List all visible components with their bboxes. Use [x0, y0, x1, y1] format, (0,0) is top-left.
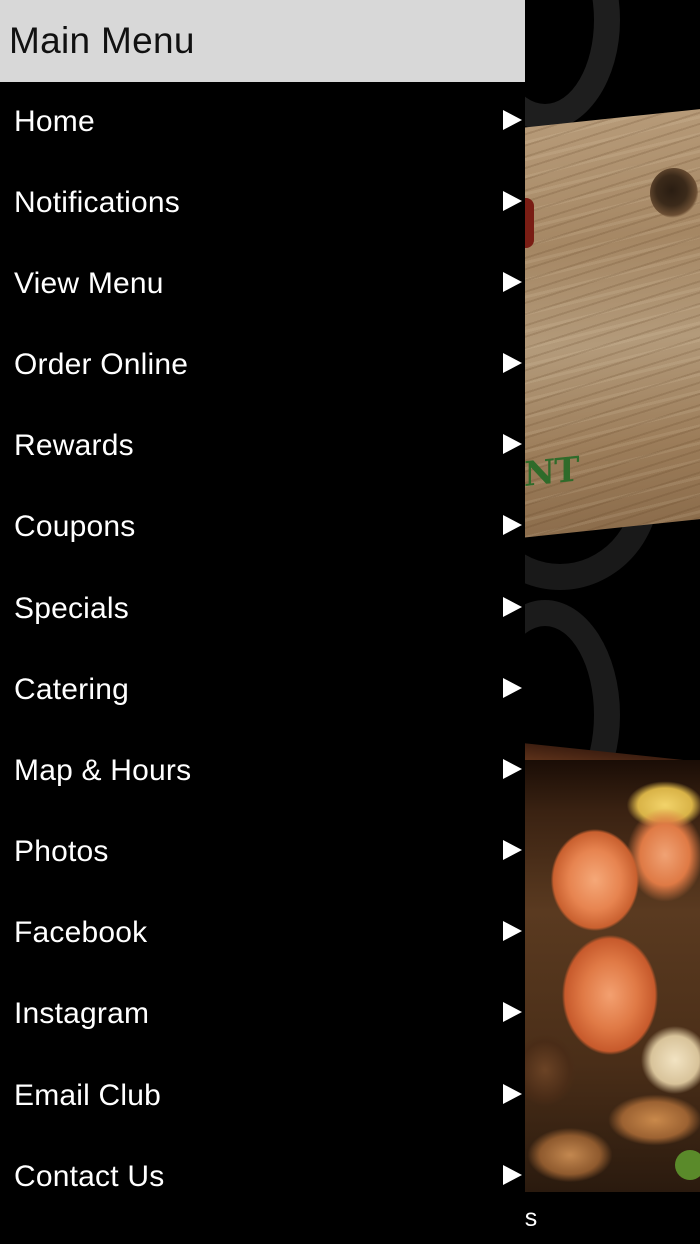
triangle-right-icon: [503, 758, 522, 779]
food-photo: [515, 760, 700, 1192]
menu-item-label: Photos: [14, 835, 109, 869]
triangle-right-icon: [503, 271, 522, 292]
menu-item-notifications[interactable]: Notifications: [0, 162, 525, 243]
menu-item-instagram[interactable]: Instagram: [0, 974, 525, 1055]
menu-item-label: Facebook: [14, 916, 148, 950]
triangle-right-icon: [503, 596, 522, 617]
menu-item-label: Order Online: [14, 347, 189, 381]
drawer-header: Main Menu: [0, 0, 525, 82]
menu-item-label: Notifications: [14, 185, 181, 219]
side-drawer: Main Menu Home Notifications View Menu O…: [0, 0, 525, 1244]
menu-list: Home Notifications View Menu Order Onlin…: [0, 82, 525, 1217]
triangle-right-icon: [503, 921, 522, 942]
drawer-title: Main Menu: [9, 20, 195, 61]
sign-letters: NT: [524, 449, 579, 496]
menu-item-view-menu[interactable]: View Menu: [0, 243, 525, 324]
menu-item-label: Map & Hours: [14, 753, 192, 787]
menu-item-label: Contact Us: [14, 1159, 165, 1193]
menu-item-home[interactable]: Home: [0, 82, 525, 162]
menu-item-order-online[interactable]: Order Online: [0, 324, 525, 405]
menu-item-label: Catering: [14, 672, 129, 706]
menu-item-catering[interactable]: Catering: [0, 649, 525, 730]
menu-item-specials[interactable]: Specials: [0, 568, 525, 649]
triangle-right-icon: [503, 434, 522, 455]
triangle-right-icon: [503, 515, 522, 536]
menu-item-label: Email Club: [14, 1078, 162, 1112]
triangle-right-icon: [503, 110, 522, 130]
wood-knot: [650, 168, 698, 218]
menu-item-map-hours[interactable]: Map & Hours: [0, 730, 525, 811]
triangle-right-icon: [503, 1083, 522, 1104]
menu-item-rewards[interactable]: Rewards: [0, 406, 525, 487]
menu-item-email-club[interactable]: Email Club: [0, 1055, 525, 1136]
menu-item-coupons[interactable]: Coupons: [0, 487, 525, 568]
triangle-right-icon: [503, 677, 522, 698]
triangle-right-icon: [503, 190, 522, 211]
menu-item-label: Instagram: [14, 997, 150, 1031]
menu-item-facebook[interactable]: Facebook: [0, 893, 525, 974]
menu-item-label: Home: [14, 105, 95, 138]
menu-item-label: Specials: [14, 591, 129, 625]
menu-item-label: Coupons: [14, 510, 136, 544]
menu-item-photos[interactable]: Photos: [0, 812, 525, 893]
triangle-right-icon: [503, 840, 522, 861]
triangle-right-icon: [503, 1002, 522, 1023]
triangle-right-icon: [503, 352, 522, 373]
menu-item-contact-us[interactable]: Contact Us: [0, 1136, 525, 1217]
garnish: [675, 1150, 700, 1180]
menu-item-label: Rewards: [14, 429, 134, 463]
menu-item-label: View Menu: [14, 266, 164, 300]
triangle-right-icon: [503, 1164, 522, 1185]
